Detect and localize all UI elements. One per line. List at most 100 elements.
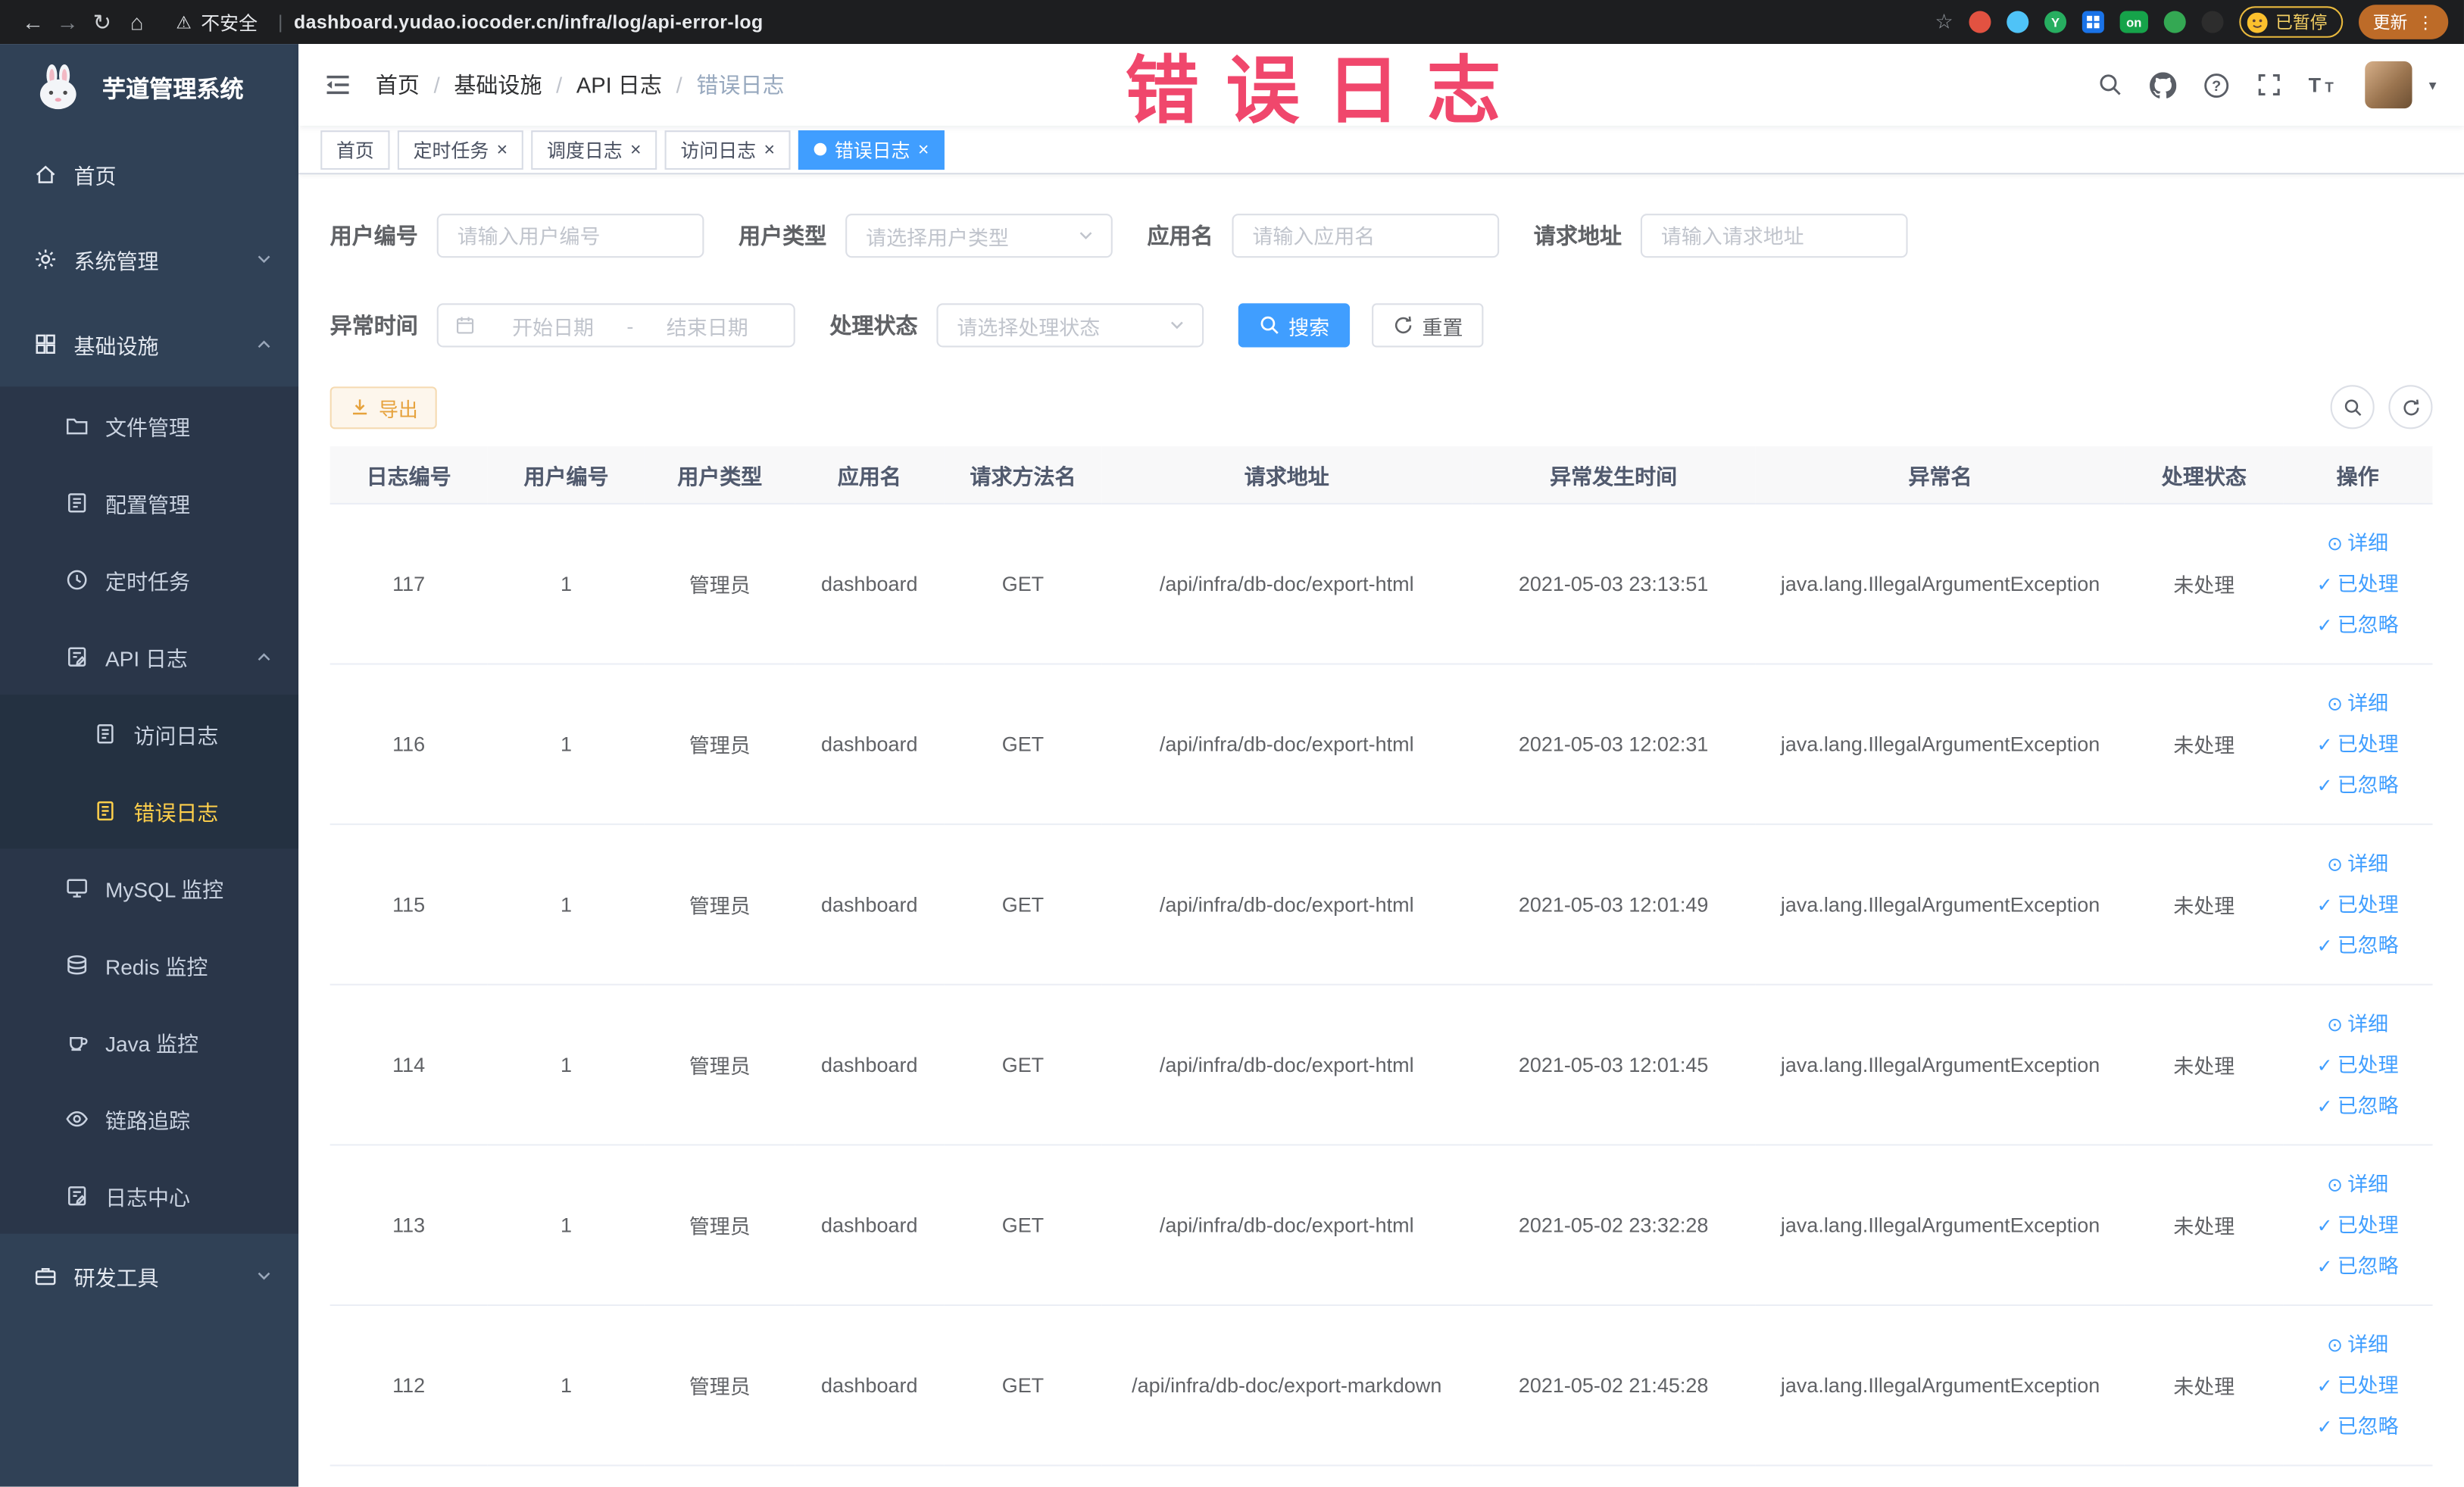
request-url-input[interactable] <box>1640 214 1908 258</box>
export-button[interactable]: 导出 <box>329 386 437 429</box>
detail-link[interactable]: ⊙ 详细 <box>2289 1324 2426 1365</box>
mark-ignored-link[interactable]: ✓ 已忽略 <box>2289 604 2426 645</box>
tab-schedule-log[interactable]: 调度日志 × <box>531 130 657 170</box>
mark-processed-link[interactable]: ✓ 已处理 <box>2289 564 2426 604</box>
sidebar-item-scheduled-tasks[interactable]: 定时任务 <box>0 541 298 618</box>
sidebar-item-log-center[interactable]: 日志中心 <box>0 1157 298 1234</box>
navbar-actions: ? TT ▼ <box>2098 61 2439 109</box>
sidebar-item-redis-monitor[interactable]: Redis 监控 <box>0 926 298 1003</box>
tab-error-log[interactable]: 错误日志 × <box>798 130 945 170</box>
breadcrumb-item-infrastructure[interactable]: 基础设施 <box>454 69 542 100</box>
check-icon: ✓ <box>2316 573 2333 595</box>
mark-ignored-link[interactable]: ✓ 已忽略 <box>2289 1086 2426 1126</box>
fullscreen-icon[interactable] <box>2256 72 2281 97</box>
extension-icon-on-badge[interactable]: on <box>2119 11 2148 33</box>
cell-process-status: 未处理 <box>2125 824 2283 986</box>
cell-log-id: 112 <box>329 1304 488 1467</box>
mark-ignored-link[interactable]: ✓ 已忽略 <box>2289 1245 2426 1286</box>
extension-icon-blue-drop[interactable] <box>2006 11 2029 33</box>
tab-scheduled-tasks[interactable]: 定时任务 × <box>397 130 523 170</box>
folder-icon <box>66 417 88 434</box>
detail-link[interactable]: ⊙ 详细 <box>2289 523 2426 564</box>
sidebar-item-dev-tools[interactable]: 研发工具 <box>0 1234 298 1319</box>
filter-row-1: 用户编号 用户类型 请选择用户类型 应用名 <box>330 214 2433 258</box>
exception-time-range-picker[interactable]: 开始日期 - 结束日期 <box>436 303 795 348</box>
sidebar-item-mysql-monitor[interactable]: MySQL 监控 <box>0 848 298 926</box>
search-button[interactable]: 搜索 <box>1238 303 1351 348</box>
sidebar-item-tracing[interactable]: 链路追踪 <box>0 1079 298 1157</box>
extension-icon-paw[interactable] <box>2201 11 2224 33</box>
close-icon[interactable]: × <box>918 140 929 159</box>
font-size-icon[interactable]: TT <box>2309 72 2338 97</box>
close-icon[interactable]: × <box>630 140 642 159</box>
search-icon[interactable] <box>2098 72 2123 97</box>
tab-label: 访问日志 <box>680 139 757 161</box>
update-button[interactable]: 更新 ⋮ <box>2358 5 2449 39</box>
app-name-label: 应用名 <box>1147 223 1213 248</box>
sidebar-item-home[interactable]: 首页 <box>0 132 298 217</box>
user-id-input[interactable] <box>436 214 704 258</box>
hamburger-icon[interactable] <box>323 72 351 97</box>
tab-access-log[interactable]: 访问日志 × <box>664 130 791 170</box>
help-icon[interactable]: ? <box>2203 71 2230 98</box>
refresh-table-button[interactable] <box>2388 385 2433 430</box>
user-type-select[interactable]: 请选择用户类型 <box>845 214 1113 258</box>
calendar-icon <box>457 317 474 334</box>
close-icon[interactable]: × <box>764 140 775 159</box>
breadcrumb-separator: / <box>433 72 440 98</box>
bookmark-star-icon[interactable]: ☆ <box>1935 9 1953 34</box>
sidebar-item-config-mgmt[interactable]: 配置管理 <box>0 464 298 541</box>
mark-processed-link[interactable]: ✓ 已处理 <box>2289 723 2426 764</box>
mark-ignored-link[interactable]: ✓ 已忽略 <box>2289 1406 2426 1447</box>
tab-home[interactable]: 首页 <box>320 130 390 170</box>
breadcrumb-item-home[interactable]: 首页 <box>376 69 420 100</box>
grid-icon <box>36 334 55 354</box>
extension-icon-blue-grid[interactable] <box>2081 11 2104 33</box>
mark-processed-link[interactable]: ✓ 已处理 <box>2289 1204 2426 1245</box>
sidebar-item-java-monitor[interactable]: Java 监控 <box>0 1003 298 1080</box>
detail-link[interactable]: ⊙ 详细 <box>2289 1164 2426 1204</box>
detail-link[interactable]: ⊙ 详细 <box>2289 683 2426 723</box>
address-bar[interactable]: dashboard.yudao.iocoder.cn/infra/log/api… <box>294 11 764 33</box>
close-icon[interactable]: × <box>497 140 508 159</box>
sidebar-item-error-log[interactable]: 错误日志 <box>0 772 298 849</box>
process-status-select[interactable]: 请选择处理状态 <box>936 303 1204 348</box>
sidebar-item-label: 研发工具 <box>73 1267 159 1291</box>
security-indicator[interactable]: ⚠ 不安全 | <box>176 8 294 35</box>
cell-log-id: 117 <box>329 503 488 665</box>
back-icon[interactable]: ← <box>16 9 51 34</box>
browser-home-icon[interactable]: ⌂ <box>120 9 155 34</box>
extension-icon-red[interactable] <box>1969 11 1991 33</box>
detail-link[interactable]: ⊙ 详细 <box>2289 843 2426 884</box>
mark-processed-link[interactable]: ✓ 已处理 <box>2289 1045 2426 1086</box>
github-icon[interactable] <box>2150 71 2177 98</box>
user-avatar[interactable] <box>2365 61 2412 109</box>
profile-paused-chip[interactable]: 已暂停 <box>2239 6 2344 38</box>
mark-processed-link[interactable]: ✓ 已处理 <box>2289 884 2426 925</box>
mark-ignored-link[interactable]: ✓ 已忽略 <box>2289 764 2426 805</box>
cell-method: GET <box>944 664 1102 826</box>
mark-ignored-link[interactable]: ✓ 已忽略 <box>2289 925 2426 966</box>
reload-icon[interactable]: ↻ <box>85 8 120 35</box>
chevron-up-icon <box>258 652 270 660</box>
sidebar-item-system-mgmt[interactable]: 系统管理 <box>0 217 298 301</box>
sidebar-item-api-log[interactable]: API 日志 <box>0 617 298 695</box>
forward-icon[interactable]: → <box>50 9 85 34</box>
sidebar-item-label: 系统管理 <box>73 249 159 273</box>
app-name-input[interactable] <box>1232 214 1500 258</box>
avatar-caret-icon[interactable]: ▼ <box>2426 78 2438 92</box>
sidebar-item-file-mgmt[interactable]: 文件管理 <box>0 386 298 464</box>
table-row: 114 1 管理员 dashboard GET /api/infra/db-do… <box>329 984 2433 1146</box>
extension-icon-green[interactable] <box>2163 11 2186 33</box>
extension-icon-green-y[interactable]: Y <box>2044 11 2067 33</box>
more-menu-icon[interactable]: ⋮ <box>2417 12 2434 33</box>
mark-processed-link[interactable]: ✓ 已处理 <box>2289 1365 2426 1406</box>
reset-button[interactable]: 重置 <box>1372 303 1484 348</box>
app-logo[interactable]: 芋道管理系统 <box>0 44 298 132</box>
sidebar-item-access-log[interactable]: 访问日志 <box>0 695 298 772</box>
cell-user-id: 1 <box>487 503 645 665</box>
toggle-search-button[interactable] <box>2330 385 2375 430</box>
breadcrumb-item-api-log[interactable]: API 日志 <box>576 69 662 100</box>
sidebar-item-infrastructure[interactable]: 基础设施 <box>0 301 298 386</box>
detail-link[interactable]: ⊙ 详细 <box>2289 1004 2426 1045</box>
